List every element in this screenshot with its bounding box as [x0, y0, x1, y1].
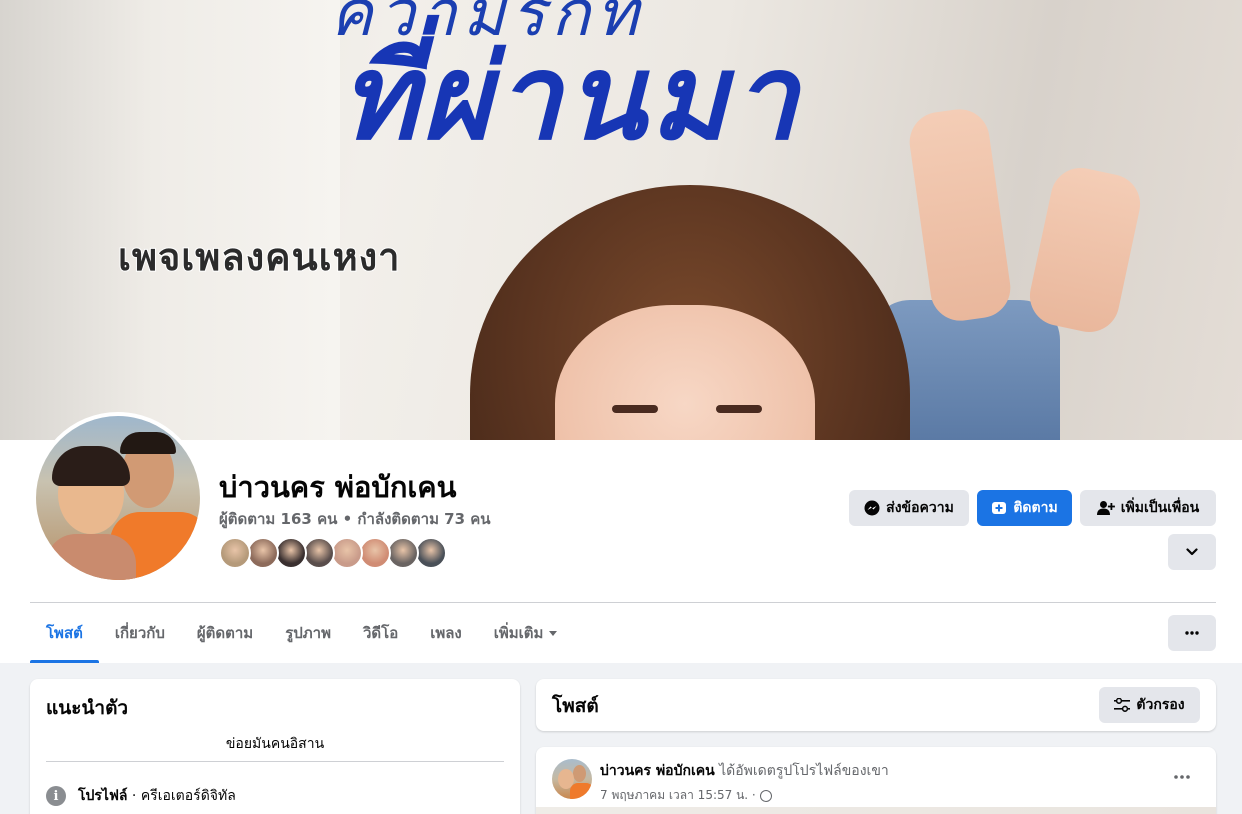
post-timestamp[interactable]: 7 พฤษภาคม เวลา 15:57 น. · — [600, 786, 756, 805]
cover-photo[interactable]: ความรักที่ ที่ผ่านมา เพจเพลงคนเหงา — [0, 0, 1242, 440]
post-card: บ่าวนคร พ่อบักเคน ได้อัพเดตรูปโปรไฟล์ของ… — [536, 747, 1216, 814]
intro-divider — [46, 761, 504, 762]
tab-about[interactable]: เกี่ยวกับ — [99, 603, 181, 663]
follow-button[interactable]: ติดตาม — [977, 490, 1072, 526]
tab-label: เกี่ยวกับ — [114, 624, 165, 642]
cover-wall-area — [0, 0, 340, 440]
ellipsis-icon — [1174, 775, 1190, 779]
post-image[interactable] — [536, 807, 1216, 814]
add-friend-button[interactable]: เพิ่มเป็นเพื่อน — [1080, 490, 1216, 526]
avatar-person-shirt — [570, 783, 592, 799]
follower-avatar[interactable] — [219, 537, 251, 569]
intro-profile-label: โปรไฟล์ — [78, 788, 128, 804]
globe-icon — [759, 789, 772, 802]
avatar-person-face — [573, 765, 586, 782]
posts-title: โพสต์ — [552, 695, 599, 717]
follow-plus-icon — [992, 502, 1007, 514]
tab-videos[interactable]: วิดีโอ — [347, 603, 414, 663]
follower-avatar[interactable] — [247, 537, 279, 569]
filter-button[interactable]: ตัวกรอง — [1099, 687, 1200, 723]
intro-profile-category: · ครีเอเตอร์ดิจิทัล — [127, 788, 236, 804]
tab-label: ผู้ติดตาม — [196, 624, 254, 642]
avatar-person-hair — [52, 446, 130, 486]
intro-title: แนะนำตัว — [46, 697, 129, 719]
profile-name: บ่าวนคร พ่อบักเคน — [219, 470, 457, 504]
follower-avatar[interactable] — [359, 537, 391, 569]
tabs-more-button[interactable] — [1168, 615, 1216, 651]
tab-followers[interactable]: ผู้ติดตาม — [181, 603, 269, 663]
intro-profile-text: โปรไฟล์ · ครีเอเตอร์ดิจิทัล — [78, 785, 236, 807]
tab-label: วิดีโอ — [362, 624, 399, 642]
filter-label: ตัวกรอง — [1136, 697, 1185, 713]
tab-label: โพสต์ — [46, 624, 83, 642]
intro-profile-row: i โปรไฟล์ · ครีเอเตอร์ดิจิทัล — [46, 785, 236, 807]
tab-label: รูปภาพ — [285, 624, 331, 642]
follower-avatars[interactable] — [219, 537, 459, 571]
more-options-dropdown-button[interactable] — [1168, 534, 1216, 570]
follow-stats[interactable]: ผู้ติดตาม 163 คน • กำลังติดตาม 73 คน — [219, 507, 491, 531]
cover-leg-left — [905, 105, 1015, 325]
post-menu-button[interactable] — [1164, 759, 1200, 795]
add-friend-icon — [1096, 501, 1115, 515]
post-author-avatar[interactable] — [552, 759, 592, 799]
cover-text-sub: เพจเพลงคนเหงา — [117, 234, 401, 280]
filter-sliders-icon — [1114, 698, 1131, 712]
follower-avatar[interactable] — [331, 537, 363, 569]
add-friend-label: เพิ่มเป็นเพื่อน — [1120, 500, 1200, 516]
tab-posts[interactable]: โพสต์ — [30, 603, 99, 663]
post-meta: บ่าวนคร พ่อบักเคน ได้อัพเดตรูปโปรไฟล์ของ… — [600, 759, 889, 805]
tab-music[interactable]: เพลง — [414, 603, 478, 663]
profile-picture[interactable] — [32, 412, 204, 584]
post-time-line: 7 พฤษภาคม เวลา 15:57 น. · — [600, 786, 889, 805]
intro-card: แนะนำตัว ข่อยมันคนอิสาน i โปรไฟล์ · ครีเ… — [30, 679, 520, 814]
tab-label: เพลง — [430, 624, 462, 642]
tab-photos[interactable]: รูปภาพ — [269, 603, 347, 663]
cover-text-big: ที่ผ่านมา — [340, 27, 802, 166]
follower-avatar[interactable] — [303, 537, 335, 569]
ellipsis-icon — [1185, 631, 1199, 635]
posts-header-card: โพสต์ ตัวกรอง — [536, 679, 1216, 731]
caret-down-icon — [549, 630, 558, 636]
cover-eye-left — [612, 405, 658, 413]
profile-tabs: โพสต์ เกี่ยวกับ ผู้ติดตาม รูปภาพ วิดีโอ … — [30, 603, 573, 663]
cover-leg-right — [1024, 162, 1146, 338]
send-message-label: ส่งข้อความ — [886, 500, 954, 516]
post-header: บ่าวนคร พ่อบักเคน ได้อัพเดตรูปโปรไฟล์ของ… — [552, 759, 889, 805]
avatar-person-shirt — [46, 534, 136, 580]
intro-bio: ข่อยมันคนอิสาน — [225, 736, 325, 752]
avatar-person-hair — [120, 432, 176, 454]
messenger-icon — [864, 500, 880, 516]
profile-picture-image — [36, 416, 200, 580]
post-title-line: บ่าวนคร พ่อบักเคน ได้อัพเดตรูปโปรไฟล์ของ… — [600, 760, 889, 782]
tab-label: เพิ่มเติม — [493, 624, 544, 642]
follower-avatar[interactable] — [415, 537, 447, 569]
avatar-person-face — [558, 769, 574, 789]
follower-avatar[interactable] — [387, 537, 419, 569]
chevron-down-icon — [1186, 548, 1198, 556]
cover-eye-right — [716, 405, 762, 413]
send-message-button[interactable]: ส่งข้อความ — [849, 490, 969, 526]
post-author-name[interactable]: บ่าวนคร พ่อบักเคน — [600, 763, 715, 779]
follower-avatar[interactable] — [275, 537, 307, 569]
tab-more[interactable]: เพิ่มเติม — [478, 603, 574, 663]
info-icon: i — [46, 786, 66, 806]
post-action-text: ได้อัพเดตรูปโปรไฟล์ของเขา — [714, 763, 889, 779]
follow-label: ติดตาม — [1013, 500, 1058, 516]
